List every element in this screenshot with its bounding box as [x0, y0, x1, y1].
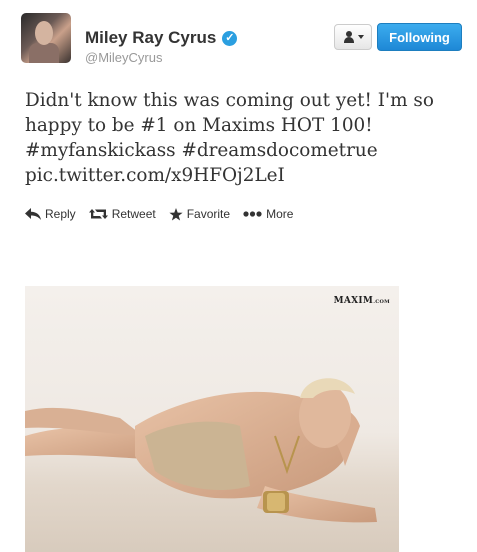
- more-button[interactable]: More: [243, 207, 293, 221]
- tweet-line: happy to be #1 on Maxims HOT 100!: [25, 115, 373, 136]
- photo-illustration: [25, 378, 377, 523]
- favorite-button[interactable]: Favorite: [169, 207, 230, 221]
- avatar-face: [35, 21, 53, 45]
- more-dots-icon: [243, 211, 262, 217]
- display-name[interactable]: Miley Ray Cyrus: [85, 28, 216, 48]
- following-button[interactable]: Following: [377, 23, 462, 51]
- more-label: More: [266, 207, 294, 221]
- profile-avatar[interactable]: [21, 13, 71, 63]
- retweet-icon: [88, 209, 108, 219]
- user-handle[interactable]: @MileyCyrus: [85, 50, 162, 65]
- user-icon: [343, 31, 355, 43]
- tweet-photo[interactable]: MAXIM.COM: [25, 286, 399, 552]
- tweet-media-link[interactable]: pic.twitter.com/x9HFOj2LeI: [25, 163, 465, 188]
- reply-button[interactable]: Reply: [25, 207, 76, 221]
- verified-badge-icon: ✓: [222, 30, 238, 46]
- name-row: Miley Ray Cyrus ✓: [85, 28, 238, 48]
- tweet-text: Didn't know this was coming out yet! I'm…: [25, 88, 465, 188]
- tweet-line: Didn't know this was coming out yet! I'm…: [25, 90, 434, 111]
- user-actions-dropdown-button[interactable]: [334, 24, 372, 50]
- tweet-line-hashtags[interactable]: #myfanskickass #dreamsdocometrue: [25, 138, 465, 163]
- reply-icon: [25, 208, 41, 220]
- maxim-watermark: MAXIM.COM: [333, 296, 390, 306]
- reply-label: Reply: [45, 207, 76, 221]
- chevron-down-icon: [357, 35, 364, 39]
- favorite-label: Favorite: [186, 207, 231, 221]
- star-icon: [169, 207, 183, 220]
- retweet-button[interactable]: Retweet: [88, 207, 156, 221]
- avatar-figure: [29, 43, 59, 63]
- tweet-actions: Reply Retweet Favorite More: [25, 207, 306, 221]
- retweet-label: Retweet: [111, 207, 156, 221]
